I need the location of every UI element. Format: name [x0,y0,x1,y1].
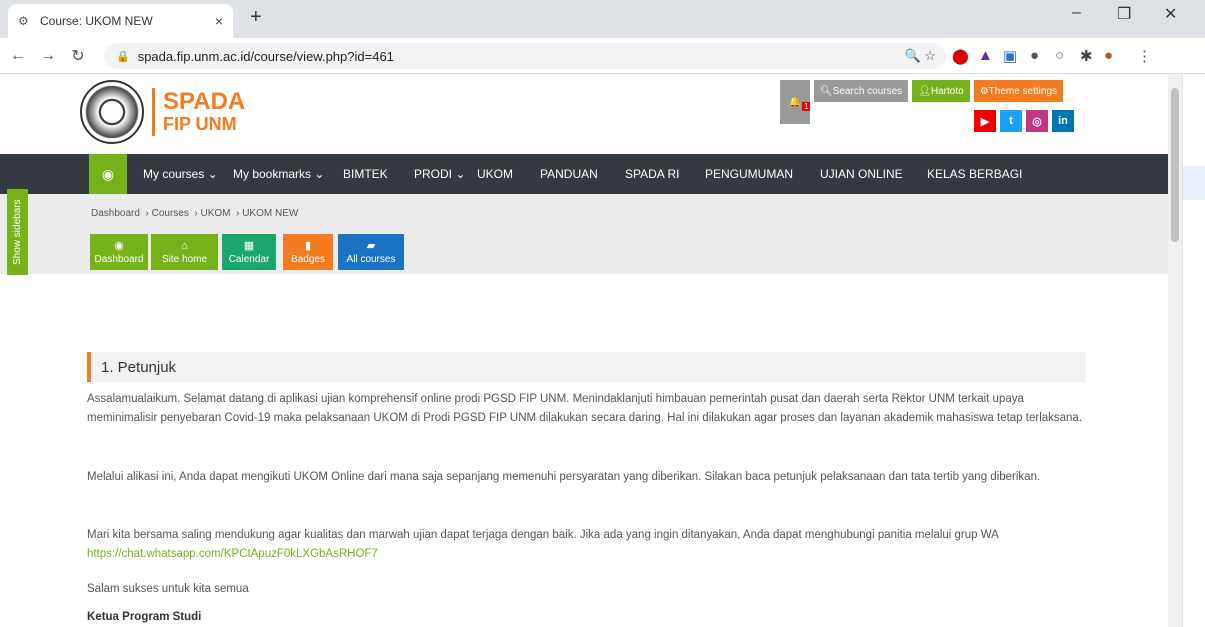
dashboard-home-icon[interactable]: ◉ [89,154,127,194]
restore-button[interactable]: ❐ [1117,4,1131,24]
scrollbar-thumb[interactable] [1171,88,1179,242]
search-courses-button[interactable]: 🔍︎ Search courses [814,80,909,102]
web-page: SPADA FIP UNM 🔔 🔍︎ Search courses 👤︎ Har… [0,74,1168,627]
breadcrumb-dashboard[interactable]: Dashboard [91,208,140,219]
nav-bimtek[interactable]: BIMTEK [343,167,388,181]
zoom-star-icons[interactable]: 🔍 ☆ [905,48,936,64]
youtube-icon[interactable]: ▶ [974,110,996,132]
theme-settings-label: Theme settings [988,85,1058,97]
instagram-icon[interactable]: ◎ [1026,110,1048,132]
search-courses-label: Search courses [832,85,903,97]
breadcrumb-courses[interactable]: Courses [152,208,189,219]
book-icon: ▰ [366,240,376,252]
logo-text: SPADA FIP UNM [163,88,246,135]
logo-divider [152,88,155,136]
breadcrumb-sep: › [233,208,243,219]
gear-icon: ⚙ [979,85,989,97]
tab-close-icon[interactable]: × [215,13,223,29]
profile-avatar[interactable]: ● [1104,47,1113,64]
forward-icon[interactable]: → [36,47,60,65]
bookmark-icon: ▮ [304,240,312,252]
search-icon: 🔍︎ [820,85,833,97]
side-panel-highlight [1183,166,1205,200]
paragraph-3-text: Mari kita bersama saling mendukung agar … [87,529,999,541]
dashboard-button[interactable]: ◉ Dashboard [90,234,148,270]
section-paragraph-5: Ketua Program Studi [87,611,202,623]
breadcrumb-sep: › [191,208,201,219]
tab-title: Course: UKOM NEW [40,14,153,28]
nav-spada-ri[interactable]: SPADA RI [625,167,679,181]
menu-dots-icon[interactable]: ⋮ [1137,47,1152,65]
whatsapp-group-link[interactable]: https://chat.whatsapp.com/KPCtApuzF0kLXG… [87,548,378,560]
breadcrumb: Dashboard › Courses › UKOM › UKOM NEW [91,208,298,219]
section-title: 1. Petunjuk [87,352,1086,382]
breadcrumb-ukom-new: UKOM NEW [242,208,299,219]
user-icon: 👤︎ [918,85,931,97]
breadcrumb-sep: › [142,208,152,219]
reload-icon[interactable]: ↻ [66,46,90,66]
user-menu-button[interactable]: 👤︎ Hartoto [912,80,970,102]
extension-s-icon[interactable]: ▣ [1003,47,1017,65]
url-field[interactable]: 🔒 spada.fip.unm.ac.id/course/view.php?id… [104,43,946,69]
site-home-label: Site home [161,253,208,265]
lock-icon: 🔒 [116,50,130,63]
show-sidebars-button[interactable]: Show sidebars [7,189,28,275]
site-logo[interactable]: SPADA FIP UNM [80,80,245,144]
breadcrumb-bar: Dashboard › Courses › UKOM › UKOM NEW ◉ … [0,194,1168,274]
nav-ukom[interactable]: UKOM [477,167,513,181]
section-paragraph-1: Assalamualaikum. Selamat datang di aplik… [87,393,1083,424]
dashboard-label: Dashboard [94,254,144,265]
calendar-icon: ▦ [243,240,255,252]
side-panel [1182,74,1205,627]
all-courses-button[interactable]: ▰ All courses [338,234,404,270]
extension-18-icon[interactable]: ▲ [978,47,993,64]
back-icon[interactable]: ← [6,47,30,65]
linkedin-icon[interactable]: in [1052,110,1074,132]
calendar-label: Calendar [228,254,270,265]
nav-ujian-online[interactable]: UJIAN ONLINE [820,167,903,181]
nav-kelas-berbagi[interactable]: KELAS BERBAGI [927,167,1022,181]
nav-my-bookmarks[interactable]: My bookmarks ⌄ [233,167,324,181]
section-paragraph-4: Salam sukses untuk kita semua [87,583,249,595]
all-courses-label: All courses [346,254,396,265]
site-favicon-icon: ⚙ [18,14,29,28]
browser-tab[interactable]: ⚙ Course: UKOM NEW × [8,4,233,38]
breadcrumb-ukom[interactable]: UKOM [201,208,231,219]
badges-button[interactable]: ▮ Badges [283,234,333,270]
section-paragraph-3: Mari kita bersama saling mendukung agar … [87,526,1087,564]
new-tab-button[interactable]: + [250,6,262,29]
extension-circle-icon[interactable]: ● [1030,47,1039,64]
logo-line1: SPADA [163,88,246,115]
nav-prodi[interactable]: PRODI ⌄ [414,167,465,181]
theme-settings-button[interactable]: ⚙ Theme settings [973,80,1064,102]
section-paragraph-2: Melalui alikasi ini, Anda dapat mengikut… [87,471,1041,483]
nav-pengumuman[interactable]: PENGUMUMAN [705,167,793,181]
home-icon: ⌂ [181,239,188,252]
close-window-button[interactable]: ✕ [1164,4,1177,24]
browser-tab-strip: ⚙ Course: UKOM NEW × + – ❐ ✕ [0,0,1205,38]
site-home-button[interactable]: ⌂ Site home [151,234,218,270]
user-name: Hartoto [930,85,964,97]
nav-my-courses[interactable]: My courses ⌄ [143,167,218,181]
dashboard-icon: ◉ [114,240,124,252]
twitter-icon[interactable]: t [1000,110,1022,132]
extension-ring-icon[interactable]: ○ [1055,47,1064,64]
puzzle-icon[interactable]: ✱ [1080,47,1093,65]
page-scrollbar[interactable] [1168,74,1182,627]
badges-label: Badges [291,254,325,265]
bell-icon: 🔔 [788,96,802,108]
opera-icon[interactable]: ⬤ [952,47,969,65]
calendar-button[interactable]: ▦ Calendar [222,234,276,270]
url-text: spada.fip.unm.ac.id/course/view.php?id=4… [137,48,394,64]
logo-line2: FIP UNM [163,114,237,134]
nav-panduan[interactable]: PANDUAN [540,167,598,181]
address-bar-row: ← → ↻ 🔒 spada.fip.unm.ac.id/course/view.… [0,38,1205,74]
message-badge: 1 [802,102,811,111]
minimize-button[interactable]: – [1072,4,1081,22]
university-seal-icon [80,80,144,144]
main-nav: ◉ My courses ⌄ My bookmarks ⌄ BIMTEK PRO… [0,154,1168,194]
